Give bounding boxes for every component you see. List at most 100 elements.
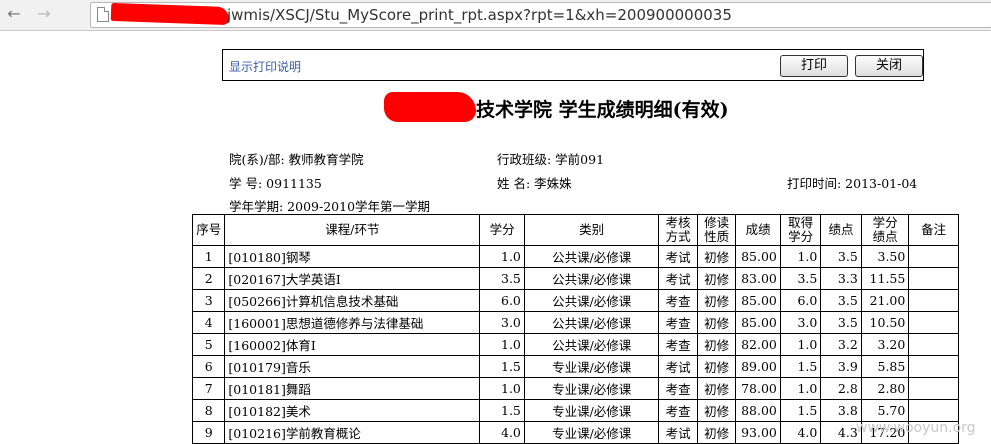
row-exam-type: 考试 [658, 267, 698, 290]
row-score: 89.00 [735, 355, 781, 378]
row-credit-gpa: 5.70 [860, 399, 910, 422]
row-course: [160001]思想道德修养与法律基础 [224, 311, 481, 334]
url-text[interactable]: jwmis/XSCJ/Stu_MyScore_print_rpt.aspx?rp… [227, 5, 732, 25]
table-row: 5 [160002]体育Ⅰ 1.0 公共课/必修课 考查 初修 82.00 1.0 3.2 3.2… [191, 333, 959, 356]
redaction-mark [110, 2, 230, 26]
row-note [908, 245, 959, 268]
row-study-type: 初修 [696, 311, 737, 334]
department-label: 院(系)/部: 教师教育学院 [229, 152, 364, 167]
row-course: [020167]大学英语Ⅰ [224, 267, 481, 290]
row-score: 88.00 [735, 399, 781, 422]
row-note [908, 355, 959, 378]
header-score: 成绩 [735, 214, 781, 246]
row-category: 公共课/必修课 [523, 333, 660, 356]
header-category: 类别 [523, 214, 660, 246]
term-label: 学年学期: 2009-2010学年第一学期 [229, 199, 431, 214]
row-no: 2 [191, 267, 226, 290]
row-study-type: 初修 [696, 333, 737, 356]
row-study-type: 初修 [696, 377, 737, 400]
address-bar[interactable]: jwmis/XSCJ/Stu_MyScore_print_rpt.aspx?rp… [90, 2, 991, 28]
row-credit-gpa: 3.50 [860, 245, 910, 268]
row-exam-type: 考试 [658, 355, 698, 378]
row-category: 公共课/必修课 [523, 289, 660, 312]
print-help-link[interactable]: 显示打印说明 [229, 58, 301, 75]
row-note [908, 289, 959, 312]
row-credit: 1.0 [479, 245, 525, 268]
grades-table: 序号 课程/环节 学分 类别 考核 方式 修读 性质 成绩 取得 学分 绩点 学分 绩点… [191, 214, 959, 444]
row-study-type: 初修 [696, 399, 737, 422]
row-credit: 3.5 [479, 267, 525, 290]
student-id-label: 学 号: 0911135 [229, 176, 322, 191]
header-study-type: 修读 性质 [696, 214, 737, 246]
row-gpa: 3.5 [820, 311, 862, 334]
row-credit: 1.5 [479, 399, 525, 422]
row-exam-type: 考查 [658, 333, 698, 356]
row-score: 83.00 [735, 267, 781, 290]
row-credit: 4.0 [479, 421, 525, 444]
header-no: 序号 [191, 214, 226, 246]
redaction-mark [384, 92, 476, 122]
row-earned-credit: 1.5 [779, 355, 822, 378]
row-credit-gpa: 10.50 [860, 311, 910, 334]
row-no: 8 [191, 399, 226, 422]
row-exam-type: 考试 [658, 421, 698, 444]
row-gpa: 3.5 [820, 245, 862, 268]
row-exam-type: 考查 [658, 289, 698, 312]
row-earned-credit: 1.0 [779, 245, 822, 268]
row-course: [050266]计算机信息技术基础 [224, 289, 481, 312]
table-row: 6 [010179]音乐 1.5 专业课/必修课 考试 初修 89.00 1.5 3.9 5.85 [191, 355, 959, 378]
row-score: 85.00 [735, 289, 781, 312]
row-gpa: 3.8 [820, 399, 862, 422]
row-gpa: 3.3 [820, 267, 862, 290]
row-study-type: 初修 [696, 245, 737, 268]
row-earned-credit: 1.0 [779, 377, 822, 400]
row-credit: 6.0 [479, 289, 525, 312]
row-no: 3 [191, 289, 226, 312]
forward-arrow-icon[interactable]: → [34, 4, 54, 24]
row-category: 专业课/必修课 [523, 377, 660, 400]
row-category: 公共课/必修课 [523, 245, 660, 268]
row-exam-type: 考查 [658, 311, 698, 334]
row-gpa: 3.5 [820, 289, 862, 312]
row-score: 82.00 [735, 333, 781, 356]
row-course: [160002]体育Ⅰ [224, 333, 481, 356]
table-row: 7 [010181]舞蹈 1.0 专业课/必修课 考查 初修 78.00 1.0 2.8 2.80 [191, 377, 959, 400]
row-earned-credit: 1.0 [779, 333, 822, 356]
print-time-label: 打印时间: 2013-01-04 [787, 176, 918, 191]
row-exam-type: 考查 [658, 399, 698, 422]
row-no: 9 [191, 421, 226, 444]
table-header-row: 序号 课程/环节 学分 类别 考核 方式 修读 性质 成绩 取得 学分 绩点 学分 绩点… [191, 214, 959, 246]
row-category: 专业课/必修课 [523, 399, 660, 422]
page-icon [97, 7, 109, 22]
row-credit-gpa: 5.85 [860, 355, 910, 378]
header-gpa: 绩点 [820, 214, 862, 246]
row-category: 公共课/必修课 [523, 311, 660, 334]
close-button[interactable]: 关闭 [855, 55, 923, 77]
row-course: [010182]美术 [224, 399, 481, 422]
row-gpa: 3.2 [820, 333, 862, 356]
row-exam-type: 考查 [658, 377, 698, 400]
row-note [908, 311, 959, 334]
table-row: 3 [050266]计算机信息技术基础 6.0 公共课/必修课 考查 初修 85.00 6.0… [191, 289, 959, 312]
row-credit: 1.0 [479, 333, 525, 356]
row-note [908, 377, 959, 400]
table-row: 2 [020167]大学英语Ⅰ 3.5 公共课/必修课 考试 初修 83.00 3.5 3.3 1… [191, 267, 959, 290]
back-arrow-icon[interactable]: ← [4, 4, 24, 24]
table-row: 9 [010216]学前教育概论 4.0 专业课/必修课 考试 初修 93.00 4.0 4.3… [191, 421, 959, 444]
row-course: [010181]舞蹈 [224, 377, 481, 400]
row-study-type: 初修 [696, 421, 737, 444]
watermark: www.wooyun.org [856, 420, 976, 436]
row-earned-credit: 3.0 [779, 311, 822, 334]
row-note [908, 399, 959, 422]
row-note [908, 333, 959, 356]
report-title: 技术学院 学生成绩明细(有效) [476, 99, 729, 121]
row-course: [010179]音乐 [224, 355, 481, 378]
row-study-type: 初修 [696, 267, 737, 290]
row-credit-gpa: 11.55 [860, 267, 910, 290]
print-button[interactable]: 打印 [780, 55, 848, 77]
row-score: 78.00 [735, 377, 781, 400]
row-earned-credit: 3.5 [779, 267, 822, 290]
table-row: 1 [010180]钢琴 1.0 公共课/必修课 考试 初修 85.00 1.0 3.5 3.50 [191, 245, 959, 268]
class-label: 行政班级: 学前091 [497, 152, 605, 167]
row-gpa: 2.8 [820, 377, 862, 400]
